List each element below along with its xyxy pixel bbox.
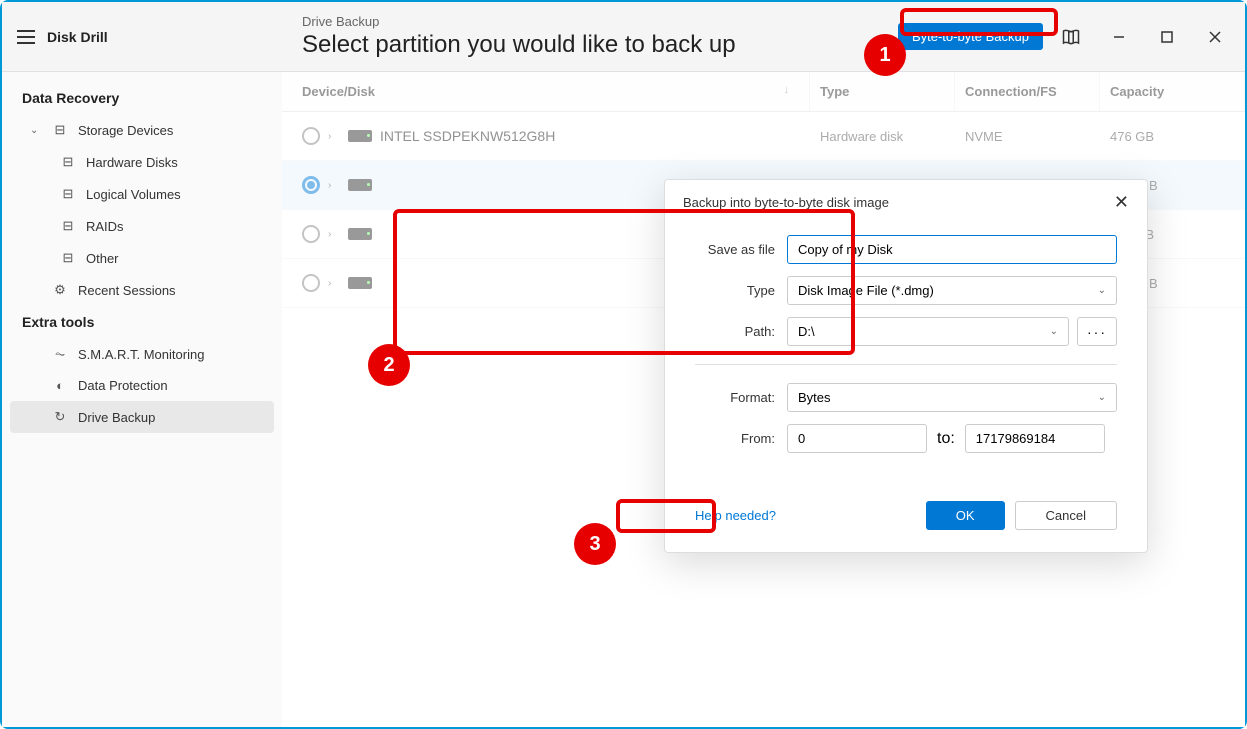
sidebar-item-smart[interactable]: ⏦ S.M.A.R.T. Monitoring [10,338,274,370]
history-icon: ↻ [52,409,68,425]
to-input[interactable] [965,424,1105,453]
content-area: Device/Disk ↓ Type Connection/FS Capacit… [282,72,1245,727]
path-select[interactable]: D:\ ⌄ [787,317,1069,346]
drive-icon: ⊟ [60,186,76,202]
backup-modal: Backup into byte-to-byte disk image ✕ Sa… [664,179,1148,553]
format-select[interactable]: Bytes ⌄ [787,383,1117,412]
sidebar-item-raids[interactable]: ⊟ RAIDs [10,210,274,242]
section-extra-tools: Extra tools [10,306,274,338]
from-label: From: [695,431,775,446]
sidebar-item-label: RAIDs [86,219,124,234]
chevron-down-icon: ⌄ [30,125,42,136]
sidebar-item-hardware-disks[interactable]: ⊟ Hardware Disks [10,146,274,178]
drive-icon: ⊟ [52,122,68,138]
sidebar-item-logical-volumes[interactable]: ⊟ Logical Volumes [10,178,274,210]
sidebar-item-other[interactable]: ⊟ Other [10,242,274,274]
to-label: to: [937,430,955,448]
app-title: Disk Drill [47,29,108,45]
section-data-recovery: Data Recovery [10,82,274,114]
browse-button[interactable]: ··· [1077,317,1117,346]
chevron-down-icon: ⌄ [1098,392,1106,403]
chevron-down-icon: ⌄ [1050,326,1058,337]
chevron-down-icon: ⌄ [1098,285,1106,296]
minimize-button[interactable] [1099,17,1139,57]
page-title: Select partition you would like to back … [302,31,898,59]
drive-icon: ⊟ [60,154,76,170]
byte-to-byte-backup-button[interactable]: Byte-to-byte Backup [898,23,1043,50]
titlebar: Disk Drill Drive Backup Select partition… [2,2,1245,72]
hamburger-menu-icon[interactable] [17,30,35,44]
drive-icon: ⊟ [60,218,76,234]
help-link[interactable]: Help needed? [695,508,776,523]
sidebar-item-recent-sessions[interactable]: ⚙ Recent Sessions [10,274,274,306]
save-as-label: Save as file [695,242,775,257]
close-icon[interactable]: ✕ [1114,192,1129,213]
sidebar-item-drive-backup[interactable]: ↻ Drive Backup [10,401,274,433]
path-label: Path: [695,324,775,339]
modal-title: Backup into byte-to-byte disk image [683,195,889,210]
drive-icon: ⊟ [60,250,76,266]
sidebar-item-label: Data Protection [78,378,168,393]
divider [695,364,1117,365]
sidebar-item-data-protection[interactable]: ◐ Data Protection [10,370,274,401]
sidebar-item-storage-devices[interactable]: ⌄ ⊟ Storage Devices [10,114,274,146]
ok-button[interactable]: OK [926,501,1005,530]
sidebar: Data Recovery ⌄ ⊟ Storage Devices ⊟ Hard… [2,72,282,727]
sidebar-item-label: Recent Sessions [78,283,176,298]
sidebar-item-label: Hardware Disks [86,155,178,170]
sidebar-item-label: Logical Volumes [86,187,181,202]
sidebar-item-label: Storage Devices [78,123,173,138]
type-select[interactable]: Disk Image File (*.dmg) ⌄ [787,276,1117,305]
sidebar-item-label: S.M.A.R.T. Monitoring [78,347,204,362]
close-button[interactable] [1195,17,1235,57]
chart-icon: ⏦ [52,346,68,362]
type-label: Type [695,283,775,298]
shield-icon: ◐ [52,378,68,393]
book-icon[interactable] [1051,17,1091,57]
cancel-button[interactable]: Cancel [1015,501,1117,530]
format-label: Format: [695,390,775,405]
from-input[interactable] [787,424,927,453]
sidebar-item-label: Other [86,251,119,266]
gear-icon: ⚙ [52,282,68,298]
sidebar-item-label: Drive Backup [78,410,155,425]
maximize-button[interactable] [1147,17,1187,57]
breadcrumb: Drive Backup [302,14,898,29]
save-as-input[interactable] [787,235,1117,264]
